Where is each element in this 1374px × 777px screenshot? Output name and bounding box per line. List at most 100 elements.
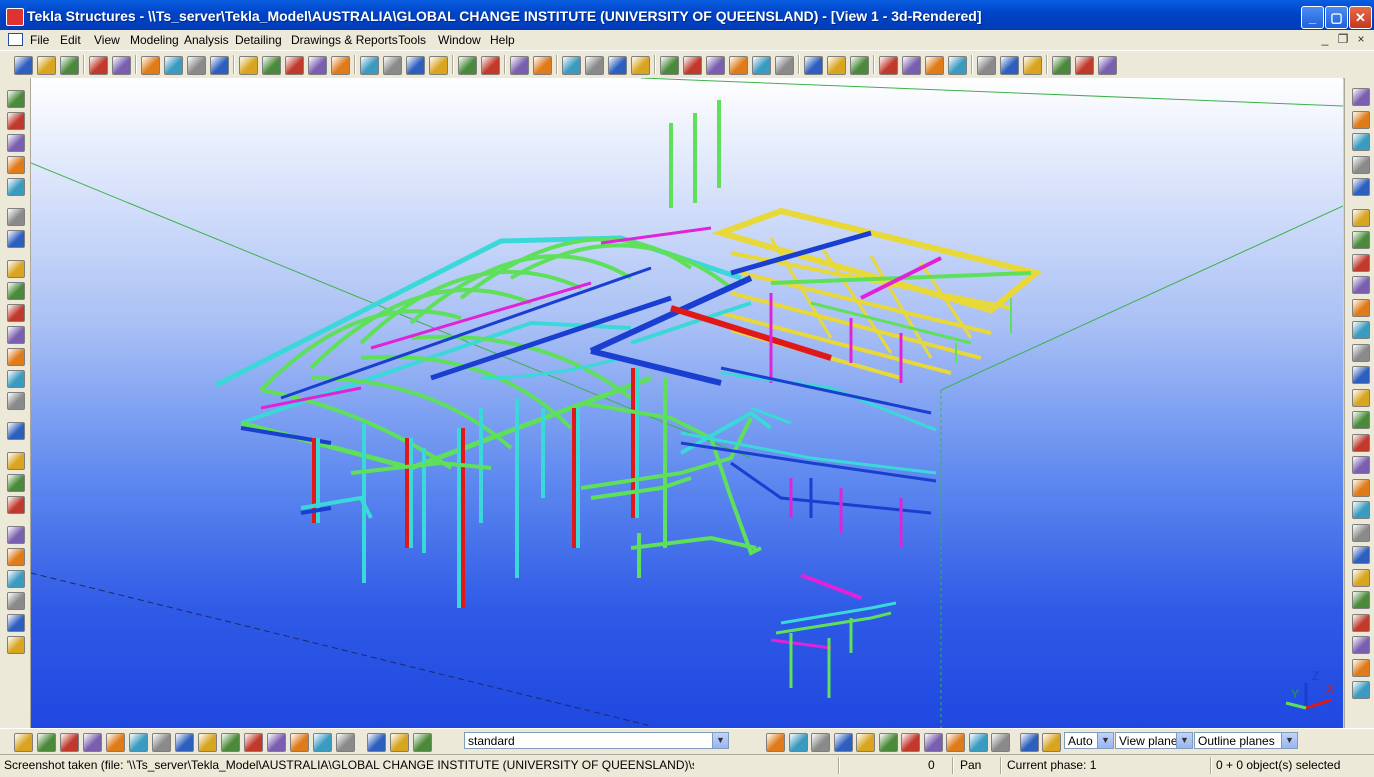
snap-center-snap-icon[interactable] (811, 733, 830, 752)
tekla-app-icon[interactable] (6, 8, 24, 26)
endplate-icon[interactable] (1352, 478, 1370, 497)
snap-ref-line-icon[interactable] (766, 733, 785, 752)
snap-nearest-icon[interactable] (923, 733, 943, 752)
arrow-right-icon[interactable] (1352, 178, 1370, 196)
haunch-icon[interactable] (1352, 636, 1370, 654)
paste-icon[interactable] (164, 56, 183, 75)
pick-point-icon[interactable] (7, 282, 25, 300)
plane-combo[interactable]: View plane ▼ (1115, 732, 1193, 749)
chevron-down-icon[interactable]: ▼ (1097, 733, 1113, 748)
snap-end-icon[interactable] (390, 733, 409, 752)
menu-modeling[interactable]: Modeling (130, 33, 179, 47)
new-icon[interactable] (14, 56, 33, 75)
truss-icon[interactable] (1352, 658, 1370, 677)
component-catalog-icon[interactable] (7, 474, 25, 492)
close-button[interactable]: ✕ (1349, 6, 1372, 29)
snap-free-icon[interactable] (968, 733, 988, 752)
cut-icon[interactable] (308, 56, 327, 75)
clip-icon[interactable] (1023, 56, 1042, 75)
maximize-button[interactable]: ▢ (1325, 6, 1348, 29)
ungroup-icon[interactable] (7, 636, 25, 654)
menu-drawings-reports[interactable]: Drawings & Reports (291, 33, 398, 47)
drawing-icon[interactable] (879, 56, 898, 75)
column-icon[interactable] (7, 90, 25, 108)
minimize-button[interactable]: _ (1301, 6, 1324, 29)
rotate-icon[interactable] (510, 56, 529, 75)
chevron-down-icon[interactable]: ▼ (712, 733, 728, 748)
redo-icon[interactable] (112, 56, 131, 75)
select-plane-icon[interactable] (198, 733, 217, 752)
stair-icon[interactable] (1352, 591, 1370, 609)
cast-unit-icon[interactable] (406, 56, 425, 75)
menu-detailing[interactable]: Detailing (235, 33, 282, 47)
menu-tools[interactable]: Tools (398, 33, 426, 47)
splice-icon[interactable] (1352, 456, 1370, 474)
clash-icon[interactable] (804, 56, 823, 75)
polybeam-icon[interactable] (7, 134, 25, 152)
bracing-icon[interactable] (1352, 523, 1370, 542)
warning-icon[interactable] (1352, 681, 1370, 699)
mdi-minimize-button[interactable]: _ (1318, 32, 1332, 46)
snap-icon[interactable] (458, 56, 477, 75)
extension-icon[interactable] (7, 326, 25, 344)
snap-geometry-icon[interactable] (788, 733, 808, 752)
menu-help[interactable]: Help (490, 33, 515, 47)
move-icon[interactable] (481, 56, 500, 75)
inquire-icon[interactable] (585, 56, 604, 75)
work-area-icon[interactable] (1042, 733, 1061, 752)
menu-edit[interactable]: Edit (60, 33, 81, 47)
dimension-icon[interactable] (608, 56, 627, 75)
phase-icon[interactable] (850, 56, 869, 75)
select-bolt-icon[interactable] (152, 733, 171, 752)
grid-icon[interactable] (631, 56, 650, 75)
line-icon[interactable] (660, 56, 679, 75)
binoculars-icon[interactable] (7, 452, 25, 470)
chevron-down-icon[interactable]: ▼ (1281, 733, 1297, 748)
assembly-icon[interactable] (383, 56, 402, 75)
query-icon[interactable] (562, 56, 581, 75)
seating-icon[interactable] (1352, 388, 1370, 407)
perpendicular-icon[interactable] (7, 370, 25, 388)
window-icon[interactable] (262, 56, 281, 75)
hollow-section-icon[interactable] (1352, 276, 1370, 294)
component-select-icon[interactable] (1352, 110, 1370, 129)
document-icon[interactable] (8, 33, 23, 46)
select-cut-icon[interactable] (106, 733, 125, 752)
model-view-3d[interactable]: Z X Y (31, 78, 1343, 728)
edit-icon[interactable] (7, 570, 25, 588)
menu-view[interactable]: View (94, 33, 120, 47)
snap-extension-icon[interactable] (901, 733, 920, 752)
zoom-icon[interactable] (1075, 56, 1094, 75)
select-grid-icon[interactable] (129, 733, 148, 752)
menu-window[interactable]: Window (438, 33, 481, 47)
distance-icon[interactable] (683, 56, 702, 75)
binoculars-icon[interactable] (1352, 133, 1370, 151)
yellow-square-icon[interactable] (1352, 433, 1370, 452)
component-icon[interactable] (429, 56, 448, 75)
settings-icon[interactable] (1098, 56, 1117, 75)
save-icon[interactable] (60, 56, 79, 75)
snap-any-icon[interactable] (946, 733, 965, 752)
snap-perpendicular-icon[interactable] (878, 733, 898, 752)
along-line-icon[interactable] (7, 304, 25, 322)
base-plate-icon[interactable] (1352, 546, 1370, 564)
select-point-icon[interactable] (221, 733, 240, 752)
parallel-icon[interactable] (7, 392, 25, 410)
copy-icon[interactable] (141, 56, 160, 75)
mdi-close-button[interactable]: × (1354, 32, 1368, 46)
plate-icon[interactable] (1352, 343, 1370, 362)
cut-plane-icon[interactable] (1000, 56, 1019, 75)
snap-midpoint-icon[interactable] (856, 733, 875, 752)
group-icon[interactable] (7, 614, 25, 632)
detail-icon[interactable] (7, 526, 25, 544)
snap-intersection-icon[interactable] (833, 733, 853, 752)
snap-line-icon[interactable] (991, 733, 1010, 752)
select-weld-icon[interactable] (83, 733, 102, 752)
chevron-down-icon[interactable]: ▼ (1176, 733, 1192, 748)
weld-icon[interactable] (7, 230, 25, 248)
view-properties-icon[interactable] (1019, 733, 1039, 752)
part-icon[interactable] (360, 56, 379, 75)
arrow-left-icon[interactable] (1352, 155, 1370, 174)
print-icon[interactable] (187, 56, 206, 75)
line-point-icon[interactable] (7, 260, 25, 278)
